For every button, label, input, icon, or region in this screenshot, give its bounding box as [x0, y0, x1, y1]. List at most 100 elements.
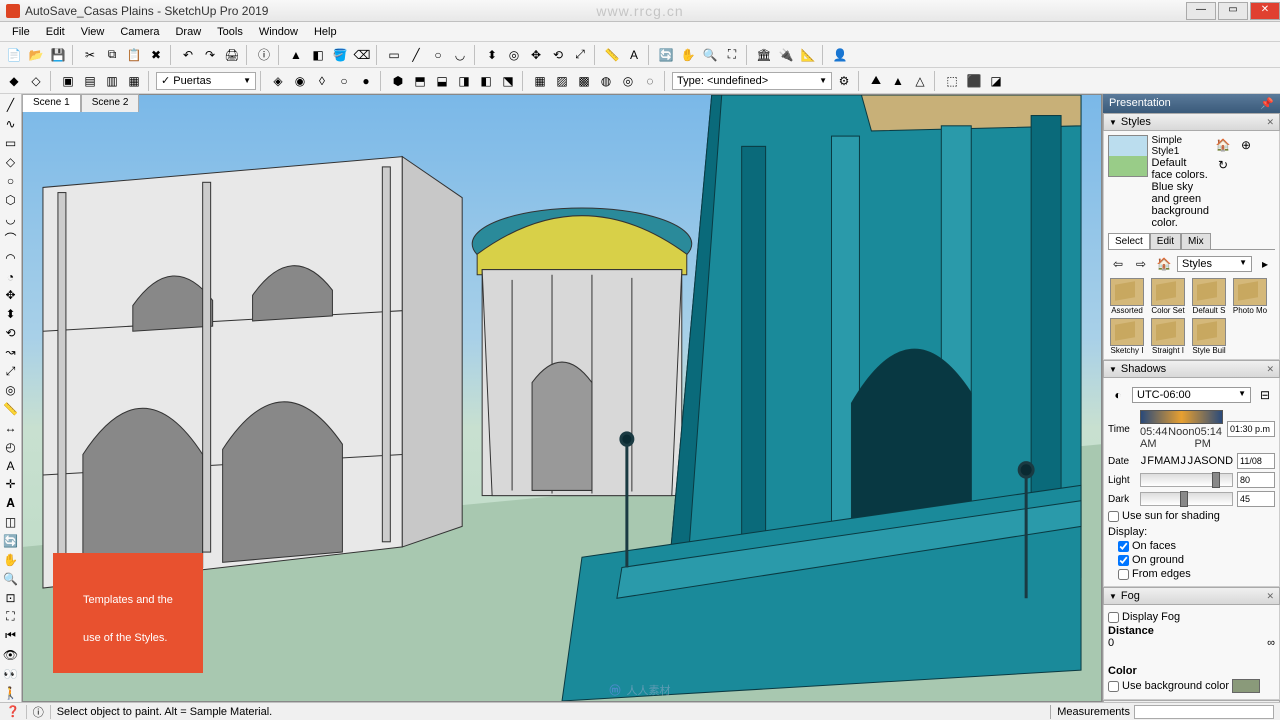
signin-icon[interactable]: 👤: [830, 45, 850, 65]
tool-pushpull-icon[interactable]: ⬍: [2, 306, 20, 323]
menu-camera[interactable]: Camera: [112, 24, 167, 40]
tool-circle-icon[interactable]: ○: [2, 173, 20, 190]
pan-icon[interactable]: ✋: [678, 45, 698, 65]
style-item-1[interactable]: Color Set: [1149, 278, 1187, 315]
menu-edit[interactable]: Edit: [38, 24, 73, 40]
cut-icon[interactable]: ✂: [80, 45, 100, 65]
style-item-4[interactable]: Sketchy I: [1108, 318, 1146, 355]
view-left-icon[interactable]: ⬔: [498, 71, 518, 91]
style-item-0[interactable]: Assorted: [1108, 278, 1146, 315]
light-input[interactable]: [1237, 472, 1275, 488]
select-icon[interactable]: ▲: [286, 45, 306, 65]
nav-back-icon[interactable]: ⇦: [1108, 254, 1128, 274]
solid1-icon[interactable]: ⬚: [942, 71, 962, 91]
style2-icon[interactable]: ◉: [290, 71, 310, 91]
tool-freehand-icon[interactable]: ∿: [2, 116, 20, 133]
help-icon[interactable]: ❓: [6, 705, 20, 718]
paste-icon[interactable]: 📋: [124, 45, 144, 65]
layer-combo[interactable]: ✓ Puertas ▼: [156, 72, 256, 90]
menu-file[interactable]: File: [4, 24, 38, 40]
line-icon[interactable]: ╱: [406, 45, 426, 65]
style1-icon[interactable]: ◈: [268, 71, 288, 91]
menu-view[interactable]: View: [73, 24, 113, 40]
nav-fwd-icon[interactable]: ⇨: [1131, 254, 1151, 274]
menu-help[interactable]: Help: [306, 24, 345, 40]
orbit-icon[interactable]: 🔄: [656, 45, 676, 65]
on-faces-check[interactable]: [1118, 541, 1129, 552]
styles-dropdown[interactable]: Styles▼: [1177, 256, 1252, 272]
menu-draw[interactable]: Draw: [167, 24, 209, 40]
new-icon[interactable]: 📄: [4, 45, 24, 65]
minimize-button[interactable]: —: [1186, 2, 1216, 20]
style-thumb[interactable]: [1108, 135, 1148, 177]
tool-pie-icon[interactable]: ◔: [2, 268, 20, 285]
shadows-header[interactable]: ▼Shadows✕: [1103, 360, 1280, 378]
tool-move-icon[interactable]: ✥: [2, 287, 20, 304]
mono-icon[interactable]: ◌: [640, 71, 660, 91]
view-front-icon[interactable]: ⬓: [432, 71, 452, 91]
redo-icon[interactable]: ↷: [200, 45, 220, 65]
zoom-extents-icon[interactable]: ⛶: [722, 45, 742, 65]
panel-header[interactable]: Presentation 📌: [1103, 94, 1280, 113]
tool-tape-icon[interactable]: 📏: [2, 400, 20, 417]
tool-zoom-icon[interactable]: 🔍: [2, 571, 20, 588]
close-button[interactable]: ✕: [1250, 2, 1280, 20]
style-item-2[interactable]: Default S: [1190, 278, 1228, 315]
styles-header[interactable]: ▼Styles✕: [1103, 113, 1280, 131]
tool-line-icon[interactable]: ╱: [2, 97, 20, 114]
shaded-icon[interactable]: ◍: [596, 71, 616, 91]
light-slider[interactable]: [1140, 473, 1233, 487]
tool-rect-icon[interactable]: ▭: [2, 135, 20, 152]
layout-icon[interactable]: 📐: [798, 45, 818, 65]
tz-dropdown[interactable]: UTC-06:00▼: [1132, 387, 1251, 403]
tool-text-icon[interactable]: A: [2, 457, 20, 474]
shadow-toggle-icon[interactable]: ◐: [1108, 385, 1128, 405]
save-icon[interactable]: 💾: [48, 45, 68, 65]
dc-icon[interactable]: ⚙: [834, 71, 854, 91]
style4-icon[interactable]: ○: [334, 71, 354, 91]
undo-icon[interactable]: ↶: [178, 45, 198, 65]
tool-pan-icon[interactable]: ✋: [2, 552, 20, 569]
tool-walk-icon[interactable]: 🚶: [2, 684, 20, 701]
tool-2arc-icon[interactable]: ⌒: [2, 229, 20, 247]
menu-tools[interactable]: Tools: [209, 24, 251, 40]
scene-tab-1[interactable]: Scene 1: [22, 94, 81, 112]
measure-input[interactable]: [1134, 705, 1274, 719]
wire-icon[interactable]: ▨: [552, 71, 572, 91]
sandbox1-icon[interactable]: ⛰: [866, 71, 886, 91]
arc-icon[interactable]: ◡: [450, 45, 470, 65]
fog-header[interactable]: ▼Fog✕: [1103, 587, 1280, 605]
styles-tab-mix[interactable]: Mix: [1181, 233, 1211, 249]
shadow-detail-icon[interactable]: ⊟: [1255, 385, 1275, 405]
geo-icon[interactable]: ⓘ: [33, 704, 44, 720]
circle-icon[interactable]: ○: [428, 45, 448, 65]
maximize-button[interactable]: ▭: [1218, 2, 1248, 20]
tool-rotrect-icon[interactable]: ◇: [2, 154, 20, 171]
copy-icon[interactable]: ⧉: [102, 45, 122, 65]
styles-close-icon[interactable]: ✕: [1266, 117, 1274, 128]
view-back-icon[interactable]: ◧: [476, 71, 496, 91]
pin-icon[interactable]: 📌: [1260, 97, 1274, 110]
paint-icon[interactable]: 🪣: [330, 45, 350, 65]
rotate-icon[interactable]: ⟲: [548, 45, 568, 65]
time-input[interactable]: [1227, 421, 1275, 437]
layer5-icon[interactable]: ▥: [102, 71, 122, 91]
ext-warehouse-icon[interactable]: 🔌: [776, 45, 796, 65]
warehouse-icon[interactable]: 🏛: [754, 45, 774, 65]
menu-window[interactable]: Window: [251, 24, 306, 40]
tool-arc-icon[interactable]: ◡: [2, 210, 20, 227]
sandbox3-icon[interactable]: △: [910, 71, 930, 91]
style-refresh-icon[interactable]: ↻: [1213, 155, 1233, 175]
layer1-icon[interactable]: ◆: [4, 71, 24, 91]
move-icon[interactable]: ✥: [526, 45, 546, 65]
tool-look-icon[interactable]: 👀: [2, 665, 20, 682]
open-icon[interactable]: 📂: [26, 45, 46, 65]
time-slider[interactable]: [1140, 410, 1223, 424]
tool-position-icon[interactable]: 👁: [2, 646, 20, 663]
tool-scale-icon[interactable]: ⤢: [2, 363, 20, 380]
scale-icon[interactable]: ⤢: [570, 45, 590, 65]
tool-offset-icon[interactable]: ◎: [2, 382, 20, 399]
styles-tab-edit[interactable]: Edit: [1150, 233, 1181, 249]
tool-zoomext-icon[interactable]: ⛶: [2, 608, 20, 625]
zoom-icon[interactable]: 🔍: [700, 45, 720, 65]
